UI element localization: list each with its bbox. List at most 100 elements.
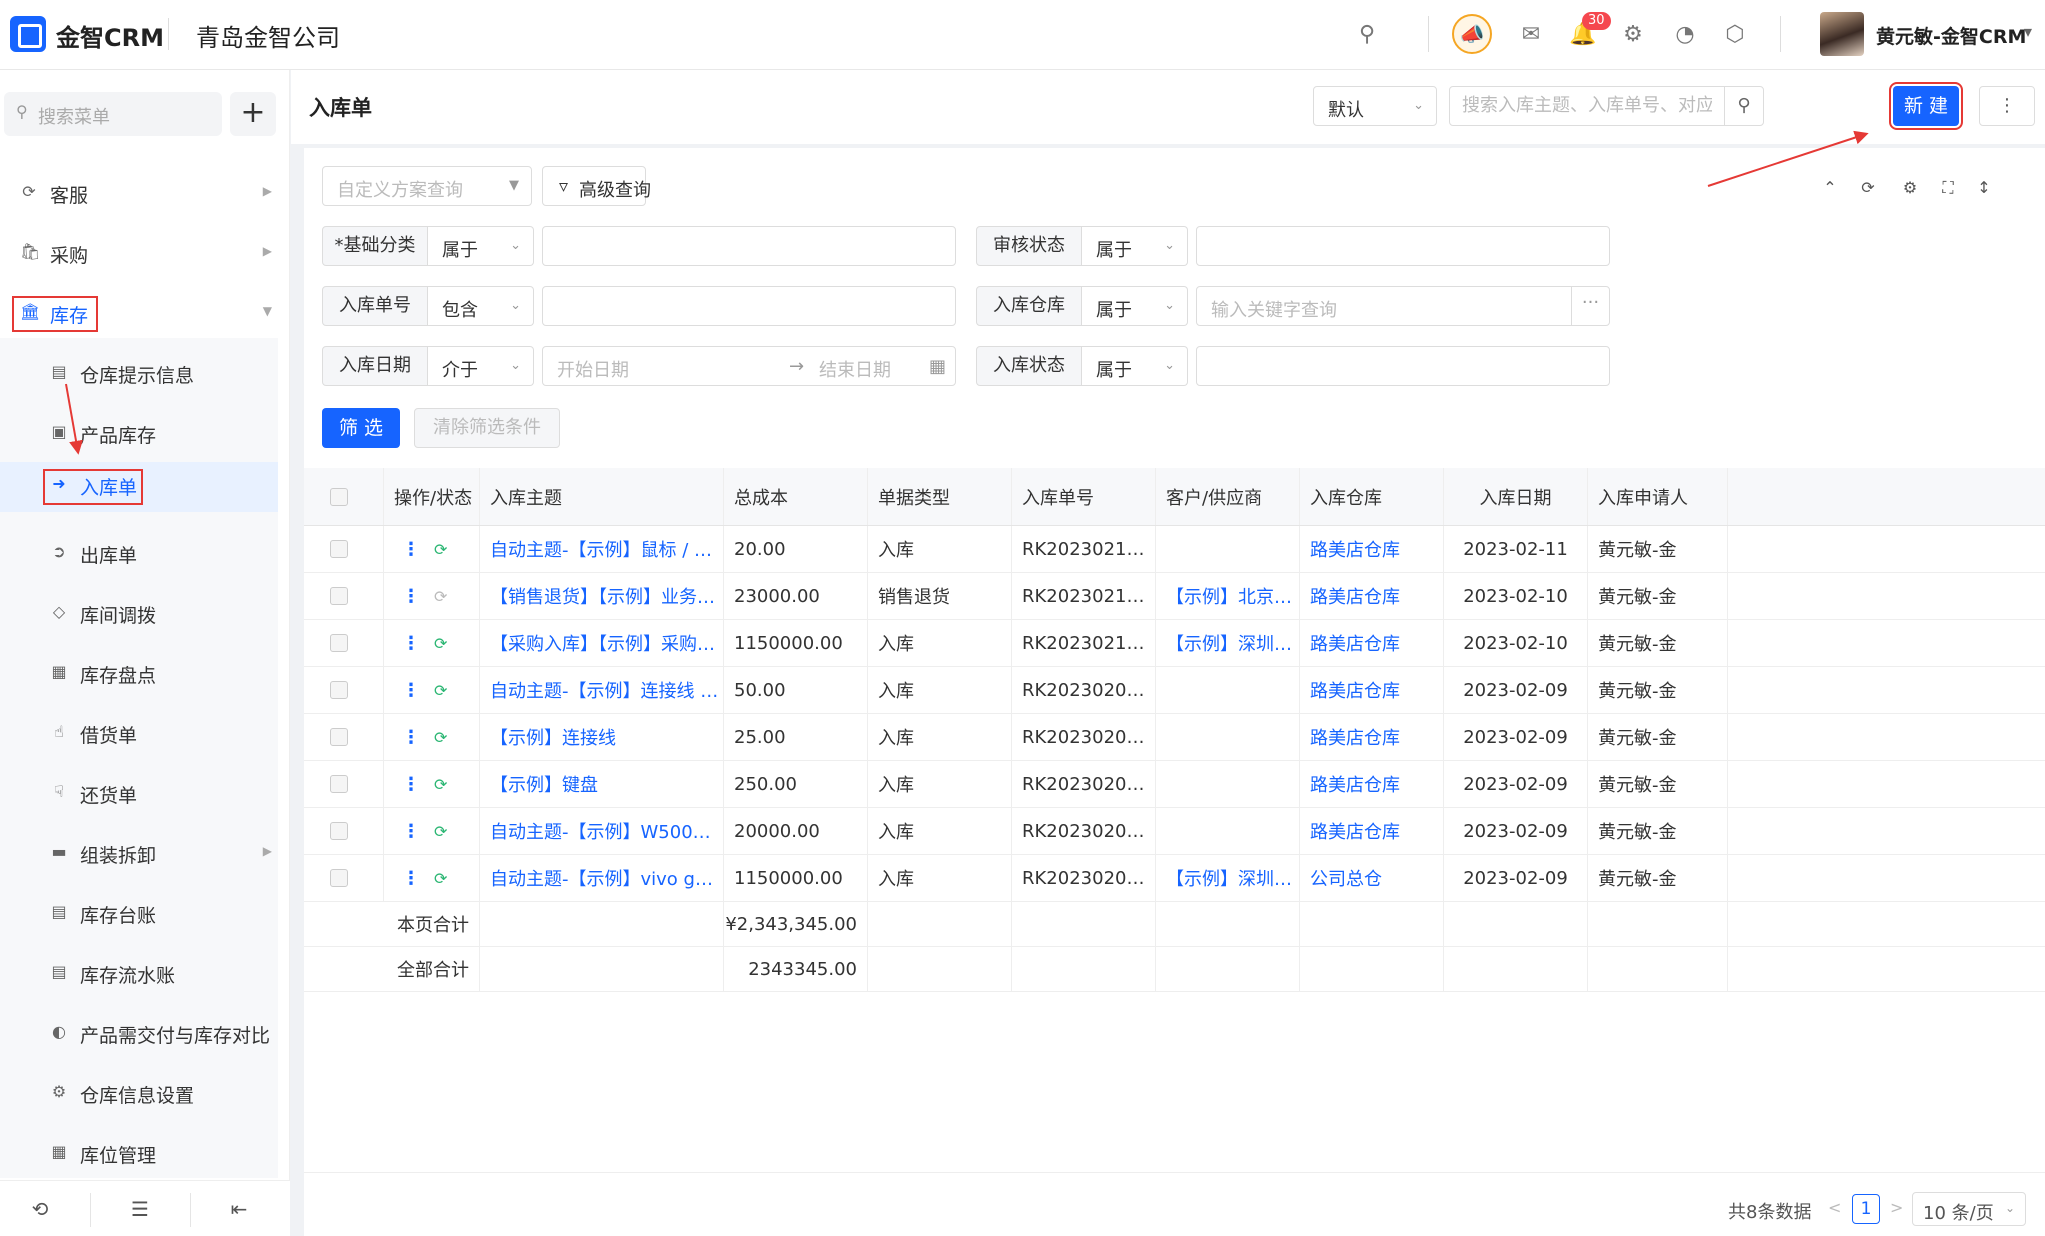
cell-subject[interactable]: 【销售退货】【示例】业务手机 报... xyxy=(480,583,723,609)
row-menu-icon[interactable]: ⋮ xyxy=(402,868,420,889)
search-icon[interactable]: ⚲ xyxy=(1352,20,1382,50)
sidebar-item-stocktake[interactable]: ▦ 库存盘点 xyxy=(0,650,278,698)
row-checkbox[interactable] xyxy=(330,775,348,793)
sidebar-item-stock-ledger[interactable]: ▤ 库存台账 xyxy=(0,890,278,938)
new-button[interactable]: 新 建 xyxy=(1889,82,1963,130)
cell-warehouse[interactable]: 路美店仓库 xyxy=(1300,583,1400,609)
collapse-up-icon[interactable]: ⌃ xyxy=(1820,178,1840,197)
filter-op-order-no[interactable]: 包含 ⌄ xyxy=(428,286,534,326)
approval-flow-icon[interactable]: ⟳ xyxy=(434,822,447,841)
cell-customer[interactable]: 【示例】北京菲尼... xyxy=(1156,583,1299,609)
row-checkbox[interactable] xyxy=(330,728,348,746)
sidebar-item-customer-service[interactable]: ⟳ 客服 ▶ xyxy=(0,170,278,218)
approval-flow-icon[interactable]: ⟳ xyxy=(434,587,447,606)
sidebar-item-location-management[interactable]: ▦ 库位管理 xyxy=(0,1130,278,1178)
filter-op-warehouse[interactable]: 属于 ⌄ xyxy=(1082,286,1188,326)
sidebar-item-borrow[interactable]: ☝ 借货单 xyxy=(0,710,278,758)
filter-input-warehouse[interactable]: 输入关键字查询 xyxy=(1196,286,1572,326)
row-menu-icon[interactable]: ⋮ xyxy=(402,774,420,795)
select-all-checkbox[interactable] xyxy=(330,487,348,506)
row-height-icon[interactable]: ↕ xyxy=(1974,178,1994,197)
row-menu-icon[interactable]: ⋮ xyxy=(402,680,420,701)
row-menu-icon[interactable]: ⋮ xyxy=(402,727,420,748)
sidebar-item-inventory[interactable]: 🏛 库存 ▼ xyxy=(0,290,278,338)
cell-warehouse[interactable]: 路美店仓库 xyxy=(1300,818,1400,844)
sidebar-item-assembly[interactable]: ▬ 组装拆卸 ▶ xyxy=(0,830,278,878)
row-checkbox[interactable] xyxy=(330,634,348,652)
filter-input-category[interactable] xyxy=(542,226,956,266)
chevron-down-icon[interactable]: ▾ xyxy=(2024,22,2032,41)
sliders-icon[interactable]: ☰ xyxy=(125,1197,155,1221)
order-search-field[interactable] xyxy=(1449,86,1725,126)
prev-page-icon[interactable]: < xyxy=(1828,1198,1841,1217)
row-checkbox[interactable] xyxy=(330,869,348,887)
clear-filters-button[interactable]: 清除筛选条件 xyxy=(414,408,560,448)
app-logo[interactable] xyxy=(10,16,46,52)
sidebar-item-purchase[interactable]: 🛍 采购 ▶ xyxy=(0,230,278,278)
current-page[interactable]: 1 xyxy=(1852,1194,1880,1224)
menu-search-input[interactable]: ⚲ 搜索菜单 xyxy=(4,92,222,136)
cell-customer[interactable]: 【示例】深圳华为... xyxy=(1156,865,1299,891)
fullscreen-icon[interactable]: ⛶ xyxy=(1938,178,1958,198)
cell-subject[interactable]: 自动主题-【示例】W500台式套装 / ... xyxy=(480,818,723,844)
row-checkbox[interactable] xyxy=(330,822,348,840)
row-menu-icon[interactable]: ⋮ xyxy=(402,821,420,842)
page-size-select[interactable]: 10 条/页 ⌄ xyxy=(1912,1192,2026,1226)
cell-warehouse[interactable]: 路美店仓库 xyxy=(1300,677,1400,703)
filter-op-category[interactable]: 属于 ⌄ xyxy=(428,226,534,266)
search-button[interactable]: ⚲ xyxy=(1724,86,1764,126)
approval-flow-icon[interactable]: ⟳ xyxy=(434,681,447,700)
table-row[interactable]: ⋮⟳自动主题-【示例】连接线 / HJ-HF-5M50.00入库RK202302… xyxy=(304,667,2045,714)
approval-flow-icon[interactable]: ⟳ xyxy=(434,775,447,794)
table-row[interactable]: ⋮⟳【示例】连接线25.00入库RK202302091004路美店仓库2023-… xyxy=(304,714,2045,761)
cell-warehouse[interactable]: 路美店仓库 xyxy=(1300,724,1400,750)
sidebar-item-transfer[interactable]: ◇ 库间调拨 xyxy=(0,590,278,638)
column-header[interactable] xyxy=(304,468,384,525)
sidebar-item-return[interactable]: ☟ 还货单 xyxy=(0,770,278,818)
row-checkbox[interactable] xyxy=(330,540,348,558)
more-button[interactable]: ⋮ xyxy=(1979,86,2035,126)
username[interactable]: 黄元敏-金智CRM xyxy=(1876,22,2026,49)
cube-icon[interactable]: ⬡ xyxy=(1720,20,1750,50)
pie-chart-icon[interactable]: ◔ xyxy=(1670,20,1700,50)
announcement-icon[interactable]: 📣 xyxy=(1452,14,1492,54)
next-page-icon[interactable]: > xyxy=(1890,1198,1903,1217)
history-icon[interactable]: ⟲ xyxy=(25,1197,55,1221)
cell-subject[interactable]: 【示例】连接线 xyxy=(480,724,616,750)
row-menu-icon[interactable]: ⋮ xyxy=(402,586,420,607)
table-row[interactable]: ⋮⟳【示例】键盘250.00入库RK202302091003路美店仓库2023-… xyxy=(304,761,2045,808)
table-row[interactable]: ⋮⟳自动主题-【示例】鼠标 / HJ-JPH24-...20.00入库RK202… xyxy=(304,526,2045,573)
view-select[interactable]: 默认 ⌄ xyxy=(1313,86,1437,126)
ellipsis-picker-button[interactable]: ··· xyxy=(1571,286,1610,326)
contacts-icon[interactable]: ✉ xyxy=(1516,20,1546,50)
row-checkbox[interactable] xyxy=(330,587,348,605)
gear-icon[interactable]: ⚙ xyxy=(1618,20,1648,50)
avatar[interactable] xyxy=(1820,12,1864,56)
sidebar-item-stock-journal[interactable]: ▤ 库存流水账 xyxy=(0,950,278,998)
order-search-input[interactable] xyxy=(1462,95,1712,116)
advanced-query-button[interactable]: ▿ 高级查询 xyxy=(542,166,651,206)
table-row[interactable]: ⋮⟳【销售退货】【示例】业务手机 报...23000.00销售退货RK20230… xyxy=(304,573,2045,620)
filter-input-inbound-status[interactable] xyxy=(1196,346,1610,386)
cell-subject[interactable]: 自动主题-【示例】鼠标 / HJ-JPH24-... xyxy=(480,536,723,562)
cell-subject[interactable]: 【采购入库】【示例】采购手机 xyxy=(480,630,723,656)
date-range-picker[interactable]: 开始日期 → 结束日期 ▦ xyxy=(542,346,956,386)
sidebar-item-inbound-order[interactable]: ➜ 入库单 xyxy=(0,462,278,512)
add-menu-button[interactable]: + xyxy=(230,92,276,136)
table-row[interactable]: ⋮⟳自动主题-【示例】W500台式套装 / ...20000.00入库RK202… xyxy=(304,808,2045,855)
approval-flow-icon[interactable]: ⟳ xyxy=(434,540,447,559)
filter-input-audit-status[interactable] xyxy=(1196,226,1610,266)
cell-warehouse[interactable]: 路美店仓库 xyxy=(1300,771,1400,797)
row-menu-icon[interactable]: ⋮ xyxy=(402,633,420,654)
cell-warehouse[interactable]: 公司总仓 xyxy=(1300,865,1382,891)
sidebar-item-delivery-compare[interactable]: ◐ 产品需交付与库存对比 xyxy=(0,1010,278,1058)
sidebar-item-warehouse-settings[interactable]: ⚙ 仓库信息设置 xyxy=(0,1070,278,1118)
filter-op-audit-status[interactable]: 属于 ⌄ xyxy=(1082,226,1188,266)
cell-warehouse[interactable]: 路美店仓库 xyxy=(1300,536,1400,562)
table-row[interactable]: ⋮⟳【采购入库】【示例】采购手机1150000.00入库RK2023021010… xyxy=(304,620,2045,667)
cell-subject[interactable]: 【示例】键盘 xyxy=(480,771,598,797)
filter-op-date[interactable]: 介于 ⌄ xyxy=(428,346,534,386)
approval-flow-icon[interactable]: ⟳ xyxy=(434,869,447,888)
scheme-select[interactable]: 自定义方案查询 ▼ xyxy=(322,166,532,206)
row-checkbox[interactable] xyxy=(330,681,348,699)
